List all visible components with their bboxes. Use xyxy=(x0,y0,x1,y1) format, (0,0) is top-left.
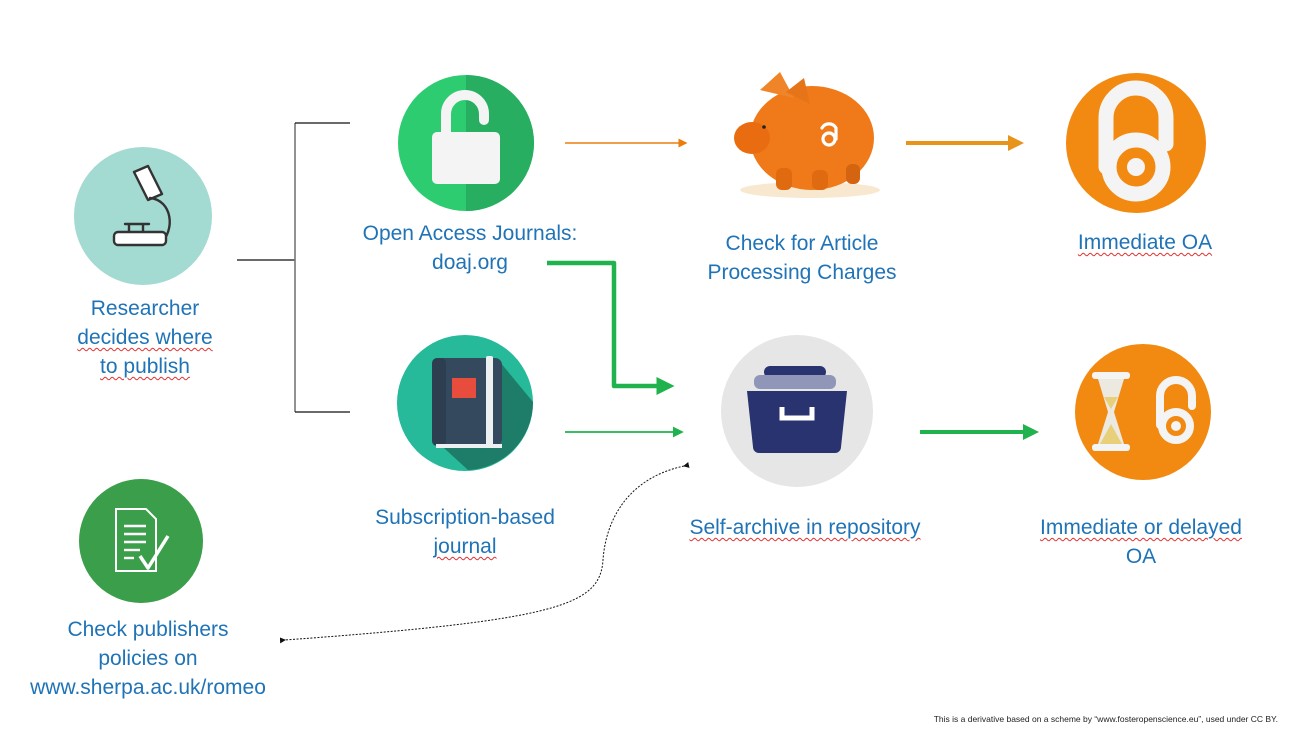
piggy-bank-icon xyxy=(734,72,880,198)
sherpa-link[interactable]: www.sherpa.ac.uk/romeo xyxy=(0,673,296,702)
notebook-icon xyxy=(397,335,533,471)
microscope-icon xyxy=(74,147,212,285)
document-check-icon xyxy=(79,479,203,603)
hourglass-open-access-icon xyxy=(1075,344,1211,480)
label-repository: Self-archive in repository xyxy=(689,516,921,539)
label-oa-journals: Open Access Journals: doaj.org xyxy=(362,222,578,274)
open-access-icon xyxy=(1066,73,1206,213)
label-delayed-oa: Immediate or delayed OA xyxy=(1040,516,1242,568)
arrow-oa-to-repository xyxy=(547,260,675,395)
unlocked-padlock-icon xyxy=(398,75,534,211)
label-apc: Check for Article Processing Charges xyxy=(707,232,897,284)
file-box-icon xyxy=(721,335,873,487)
label-immediate-oa: Immediate OA xyxy=(1077,231,1213,254)
label-policies: Check publishers policies on www.sherpa.… xyxy=(0,615,296,702)
label-researcher: Researcher decides where to publish xyxy=(77,297,213,378)
bracket-connector xyxy=(237,122,350,413)
credit-note: This is a derivative based on a scheme b… xyxy=(933,714,1278,724)
label-subscription: Subscription-based journal xyxy=(375,506,555,558)
